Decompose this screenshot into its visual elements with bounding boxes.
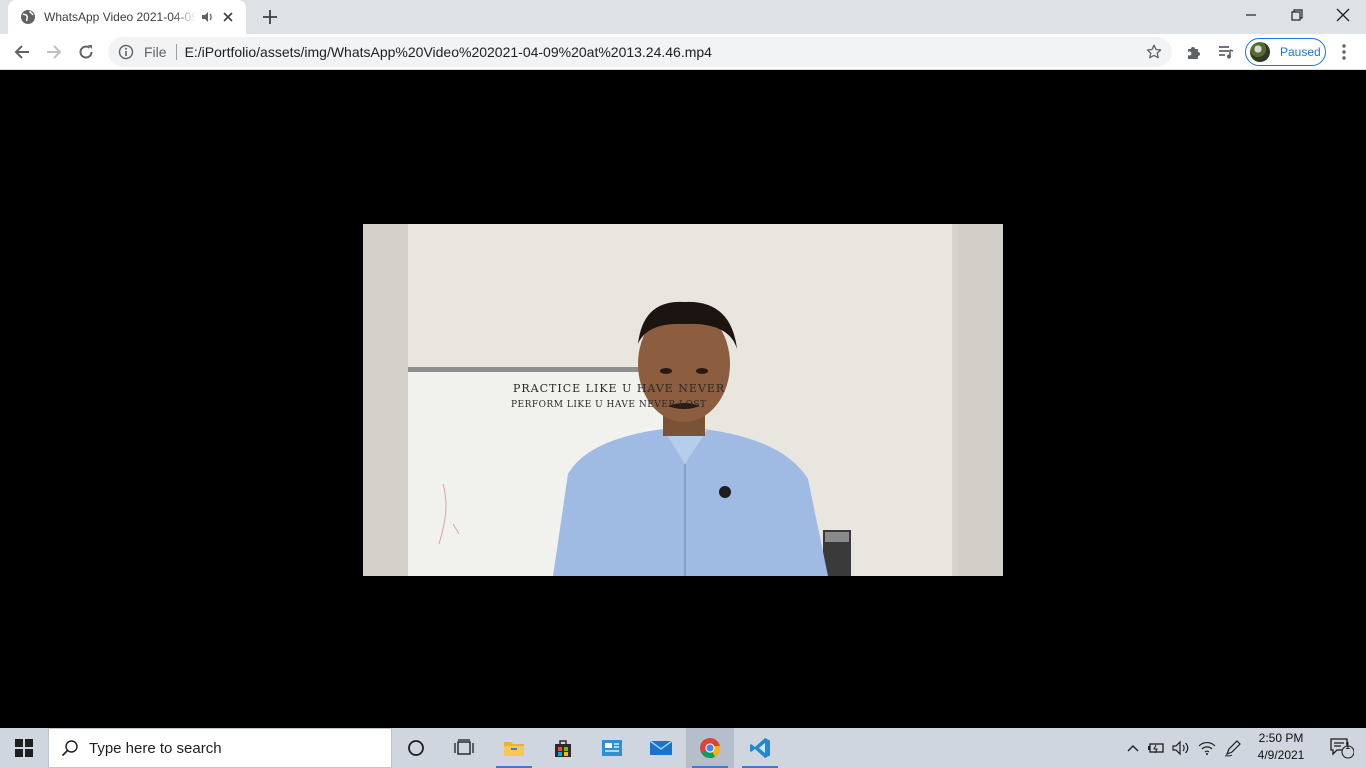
battery-icon[interactable] [1146, 728, 1166, 768]
close-window-button[interactable] [1320, 0, 1366, 30]
restore-button[interactable] [1274, 0, 1320, 30]
mail-icon[interactable] [637, 728, 685, 768]
media-controls-icon[interactable] [1216, 42, 1236, 62]
show-hidden-icons-chevron-icon[interactable] [1124, 728, 1142, 768]
file-explorer-icon[interactable] [490, 728, 538, 768]
search-placeholder: Type here to search [89, 739, 222, 757]
forward-button[interactable] [40, 38, 68, 66]
tab-title: WhatsApp Video 2021-04-09 at 13.24.46.mp… [44, 10, 196, 24]
clock-time: 2:50 PM [1258, 731, 1304, 745]
vscode-icon[interactable] [736, 728, 784, 768]
news-icon[interactable] [588, 728, 636, 768]
windows-start-icon[interactable] [0, 728, 48, 768]
omnibox-divider [175, 44, 177, 60]
kebab-menu-icon[interactable] [1334, 42, 1354, 62]
notification-badge: 1 [1345, 741, 1351, 752]
new-tab-button[interactable] [258, 5, 282, 29]
taskbar-search-box[interactable]: Type here to search [48, 728, 392, 768]
whiteboard-text-line-1: PRACTICE LIKE U HAVE NEVER [513, 382, 726, 395]
browser-tab[interactable]: WhatsApp Video 2021-04-09 at 13.24.46.mp… [8, 0, 246, 34]
profile-status-label: Paused [1280, 45, 1321, 59]
back-button[interactable] [8, 38, 36, 66]
notification-center-icon[interactable]: 1 [1318, 728, 1366, 768]
pen-workspace-icon[interactable] [1222, 728, 1244, 768]
bookmark-star-icon[interactable] [1146, 44, 1162, 60]
minimize-button[interactable] [1228, 0, 1274, 30]
wifi-icon[interactable] [1196, 728, 1218, 768]
extensions-puzzle-icon[interactable] [1184, 42, 1204, 62]
tab-strip: WhatsApp Video 2021-04-09 at 13.24.46.mp… [0, 0, 1366, 34]
profile-button[interactable]: Paused [1245, 38, 1326, 66]
address-bar[interactable]: File E:/iPortfolio/assets/img/WhatsApp%2… [108, 37, 1172, 67]
reload-button[interactable] [72, 38, 100, 66]
clock-date: 4/9/2021 [1257, 748, 1305, 762]
store-icon[interactable] [539, 728, 587, 768]
security-label: File [144, 44, 167, 60]
cortana-icon[interactable] [392, 728, 440, 768]
video-viewport: PRACTICE LIKE U HAVE NEVER PERFORM LIKE … [0, 71, 1366, 728]
browser-toolbar: File E:/iPortfolio/assets/img/WhatsApp%2… [0, 34, 1366, 70]
windows-taskbar: Type here to search 2:50 PM 4/9/2021 1 [0, 728, 1366, 768]
task-view-icon[interactable] [440, 728, 488, 768]
speaker-icon[interactable] [200, 10, 214, 24]
volume-icon[interactable] [1170, 728, 1192, 768]
url-text[interactable]: E:/iPortfolio/assets/img/WhatsApp%20Vide… [185, 44, 712, 60]
tab-close-icon[interactable] [220, 9, 236, 25]
globe-icon [20, 9, 36, 25]
avatar [1250, 42, 1270, 62]
chrome-icon[interactable] [686, 728, 734, 768]
whiteboard-text-line-2: PERFORM LIKE U HAVE NEVER LOST [511, 400, 707, 410]
info-icon[interactable] [118, 44, 134, 60]
taskbar-clock[interactable]: 2:50 PM 4/9/2021 [1250, 730, 1312, 766]
video-player[interactable]: PRACTICE LIKE U HAVE NEVER PERFORM LIKE … [363, 224, 1003, 576]
search-icon [61, 739, 79, 757]
